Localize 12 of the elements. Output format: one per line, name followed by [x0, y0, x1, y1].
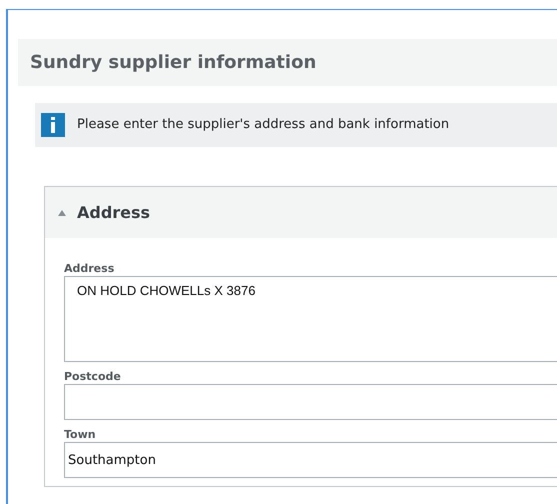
collapse-icon — [57, 208, 67, 216]
section-title: Address — [77, 202, 150, 224]
address-field[interactable]: ON HOLD CHOWELLs X 3876 — [64, 276, 557, 362]
info-message: Please enter the supplier's address and bank information — [77, 116, 450, 134]
page-title: Sundry supplier information — [30, 51, 316, 75]
field-label: Town — [64, 428, 97, 442]
text-field[interactable] — [64, 384, 557, 420]
info-icon — [41, 113, 65, 137]
field-label: Postcode — [64, 370, 122, 384]
section-header[interactable]: Address — [45, 187, 557, 238]
field-label: Address — [64, 262, 116, 276]
text-field[interactable]: Southampton — [64, 442, 557, 478]
